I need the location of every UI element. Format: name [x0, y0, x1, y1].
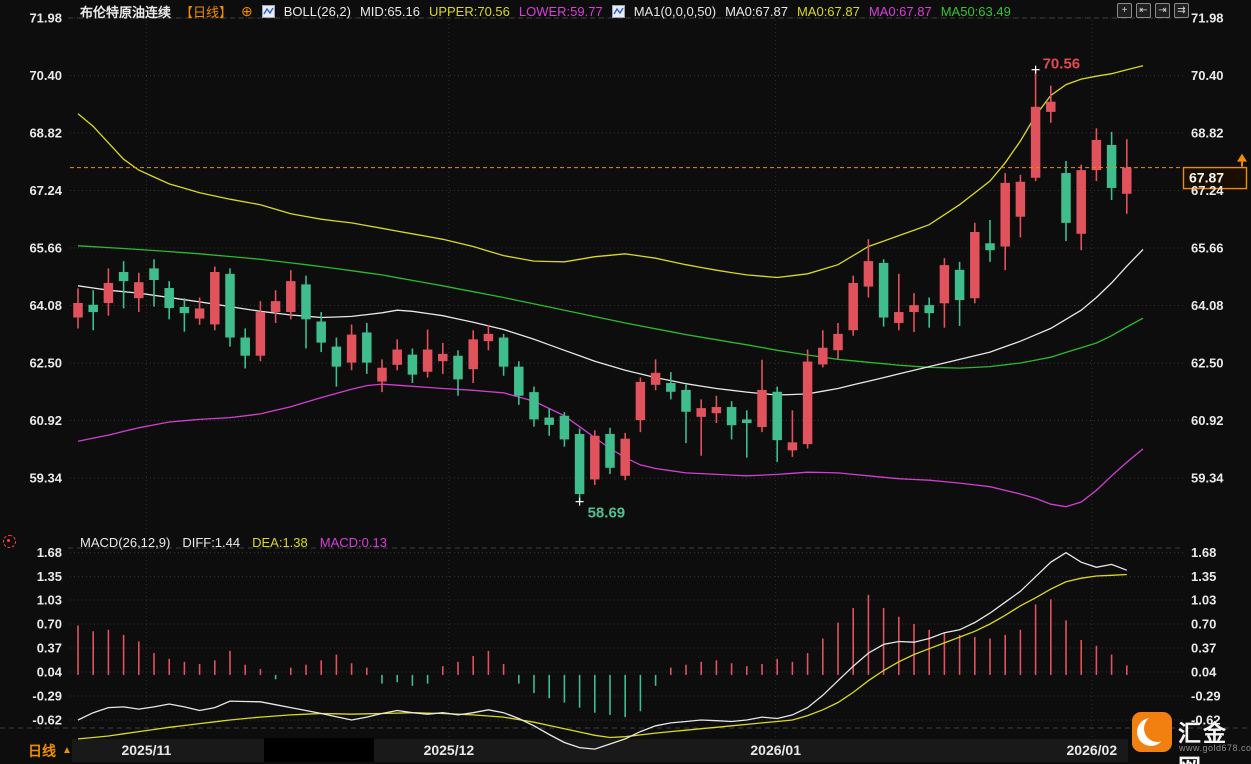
- svg-text:68.82: 68.82: [1191, 125, 1224, 140]
- ma0-white-value: MA0:67.87: [725, 3, 788, 19]
- pan-icon[interactable]: +: [1117, 3, 1132, 18]
- svg-text:0.70: 0.70: [1191, 616, 1216, 631]
- svg-text:67.24: 67.24: [1191, 183, 1224, 198]
- indicator-icon: [261, 4, 275, 18]
- svg-text:1.35: 1.35: [37, 569, 62, 584]
- svg-text:62.50: 62.50: [29, 355, 62, 370]
- svg-text:62.50: 62.50: [1191, 355, 1224, 370]
- svg-text:60.92: 60.92: [1191, 413, 1224, 428]
- svg-text:58.69: 58.69: [588, 505, 626, 522]
- svg-text:59.34: 59.34: [1191, 470, 1224, 485]
- svg-text:70.40: 70.40: [29, 68, 62, 83]
- svg-text:-0.29: -0.29: [1191, 688, 1221, 703]
- svg-text:0.04: 0.04: [1191, 664, 1217, 679]
- svg-text:0.04: 0.04: [37, 664, 63, 679]
- macd-dea-value: DEA:1.38: [252, 534, 308, 550]
- svg-text:1.68: 1.68: [37, 545, 62, 560]
- axis-labels: 71.98 71.98 70.40 70.40 68.82 68.82 67.24 67.24…: [29, 10, 1224, 727]
- period-tag[interactable]: 【日线】: [180, 2, 232, 21]
- logo-crescent-icon: [1132, 712, 1172, 752]
- candlestick-series: [73, 69, 1132, 502]
- symbol-name: 布伦特原油连续: [80, 4, 172, 20]
- high-low-markers: 70.56 58.69: [575, 56, 1081, 522]
- macd-histogram: [77, 594, 1128, 718]
- svg-text:60.92: 60.92: [29, 413, 62, 428]
- trading-chart-app: 70.56 58.69 67.87 71.98 71.98 70.40 70.40 68.82…: [0, 0, 1251, 764]
- boll-upper-value: UPPER:70.56: [428, 3, 510, 19]
- svg-text:65.66: 65.66: [1191, 240, 1224, 255]
- chart-canvas[interactable]: 70.5658.6967.8771.98 71.9870.40 70.4068.82…: [0, 0, 1251, 764]
- site-logo[interactable]: 汇金网 www.gold678.com: [1130, 710, 1251, 764]
- logo-url: www.gold678.com: [1179, 743, 1251, 753]
- svg-text:64.08: 64.08: [29, 298, 62, 313]
- svg-text:70.56: 70.56: [1043, 56, 1081, 73]
- macd-label: MACD(26,12,9): [80, 534, 171, 550]
- svg-text:0.37: 0.37: [1191, 640, 1216, 655]
- redacted-area: [264, 738, 374, 762]
- live-indicator-icon: [3, 535, 16, 548]
- svg-text:0.70: 0.70: [37, 616, 62, 631]
- svg-text:67.24: 67.24: [29, 183, 62, 198]
- ma0-magenta-value: MA0:67.87: [868, 3, 932, 19]
- macd-diff-value: DIFF:1.44: [182, 534, 241, 550]
- svg-text:0.37: 0.37: [37, 640, 62, 655]
- gridlines: [0, 17, 1251, 737]
- boll-mid-value: MID:65.16: [359, 3, 420, 19]
- ma0-yellow-value: MA0:67.87: [796, 3, 860, 19]
- svg-text:1.03: 1.03: [37, 592, 62, 607]
- svg-text:-0.62: -0.62: [32, 712, 62, 727]
- svg-text:59.34: 59.34: [29, 470, 62, 485]
- boll-label: BOLL(26,2): [283, 3, 351, 19]
- svg-text:68.82: 68.82: [29, 125, 62, 140]
- indicator-icon: [611, 4, 625, 18]
- svg-text:1.03: 1.03: [1191, 592, 1216, 607]
- compress-left-icon[interactable]: ⇤: [1136, 3, 1151, 18]
- boll-lower-value: LOWER:59.77: [518, 3, 603, 19]
- svg-text:70.40: 70.40: [1191, 68, 1224, 83]
- ma50-value: MA50:63.49: [940, 3, 1011, 19]
- macd-macd-value: MACD:0.13: [319, 534, 387, 550]
- logo-name: 汇金网: [1178, 720, 1228, 764]
- compress-right-icon[interactable]: ⇥: [1155, 3, 1170, 18]
- svg-text:71.98: 71.98: [29, 10, 62, 25]
- chart-toolbar: + ⇤ ⇥ ⇉: [1117, 3, 1189, 18]
- svg-text:1.68: 1.68: [1191, 545, 1216, 560]
- svg-text:65.66: 65.66: [29, 240, 62, 255]
- svg-text:1.35: 1.35: [1191, 569, 1216, 584]
- svg-text:71.98: 71.98: [1191, 10, 1224, 25]
- ma-label: MA1(0,0,0,50): [633, 3, 717, 19]
- add-indicator-icon[interactable]: ⊕: [241, 4, 253, 18]
- macd-header: MACD(26,12,9) DIFF:1.44 DEA:1.38 MACD:0.…: [80, 533, 387, 551]
- shift-right-icon[interactable]: ⇉: [1174, 3, 1189, 18]
- svg-text:-0.29: -0.29: [32, 688, 62, 703]
- main-chart-header: 布伦特原油连续 【日线】 ⊕ BOLL(26,2) MID:65.16 UPPE…: [80, 2, 1011, 20]
- svg-text:64.08: 64.08: [1191, 298, 1224, 313]
